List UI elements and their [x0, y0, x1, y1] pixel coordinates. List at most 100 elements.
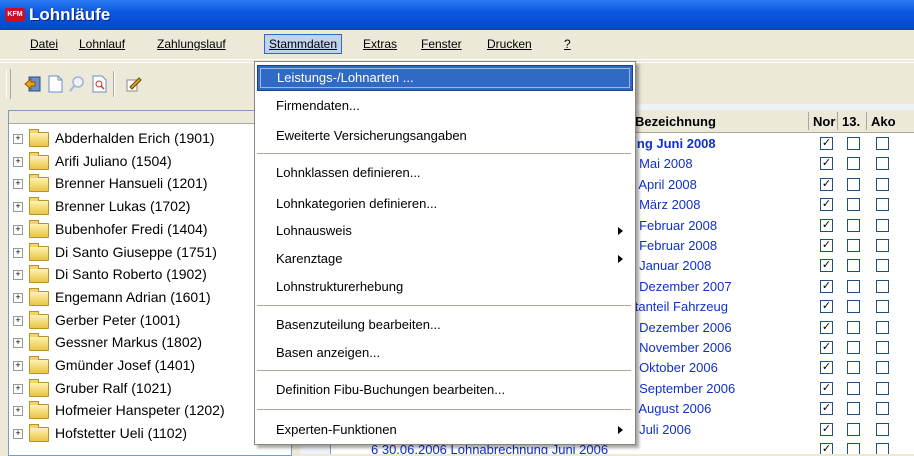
13-checkbox[interactable] — [847, 279, 860, 293]
col-divider[interactable] — [837, 112, 838, 130]
expand-icon[interactable]: + — [13, 270, 23, 281]
menu-item-basen-anzeigen[interactable]: Basen anzeigen... — [257, 341, 631, 365]
tree-item[interactable]: + Gruber Ralf (1021) — [9, 378, 291, 400]
menu-extras[interactable]: Extras — [359, 35, 401, 53]
menu-lohnlauf[interactable]: Lohnlauf — [75, 35, 129, 53]
tree-item[interactable]: + Di Santo Roberto (1902) — [9, 264, 291, 286]
menu-item-lohnkategorien-definieren[interactable]: Lohnkategorien definieren... — [257, 192, 631, 216]
tree-item[interactable]: + Brenner Hansueli (1201) — [9, 173, 291, 195]
ako-checkbox[interactable] — [876, 137, 889, 150]
col-header-bezeichnung[interactable]: Bezeichnung — [635, 114, 716, 129]
13-checkbox[interactable] — [847, 300, 860, 314]
ako-checkbox[interactable] — [876, 198, 889, 212]
nor-checkbox[interactable]: ✓ — [820, 443, 833, 454]
menu-drucken[interactable]: Drucken — [483, 35, 536, 53]
expand-icon[interactable]: + — [13, 202, 23, 213]
13-checkbox[interactable] — [847, 361, 860, 375]
tree-item[interactable]: + Engemann Adrian (1601) — [9, 287, 291, 309]
13-checkbox[interactable] — [847, 218, 860, 232]
menu-stammdaten[interactable]: Stammdaten — [264, 34, 343, 54]
13-checkbox[interactable] — [847, 443, 860, 454]
expand-icon[interactable]: + — [13, 383, 23, 394]
find-document-icon[interactable] — [90, 75, 108, 93]
expand-icon[interactable]: + — [13, 406, 23, 417]
ako-checkbox[interactable] — [876, 402, 889, 416]
ako-checkbox[interactable] — [876, 381, 889, 395]
expand-icon[interactable]: + — [13, 247, 23, 258]
menu-zahlungslauf[interactable]: Zahlungslauf — [153, 35, 230, 53]
col-header-nor[interactable]: Nor — [813, 114, 835, 129]
col-divider[interactable] — [808, 112, 809, 130]
nor-checkbox[interactable]: ✓ — [820, 320, 833, 334]
tree-item[interactable]: + Hofstetter Ueli (1102) — [9, 423, 291, 445]
col-header-ako[interactable]: Ako — [871, 114, 896, 129]
menu-item-experten-funktionen[interactable]: Experten-Funktionen — [257, 418, 631, 442]
tree-item[interactable]: + Arifi Juliano (1504) — [9, 151, 291, 173]
ako-checkbox[interactable] — [876, 239, 889, 252]
nor-checkbox[interactable]: ✓ — [820, 402, 833, 416]
13-checkbox[interactable] — [847, 320, 860, 334]
13-checkbox[interactable] — [847, 177, 860, 191]
tree-item[interactable]: + Bubenhofer Fredi (1404) — [9, 219, 291, 241]
expand-icon[interactable]: + — [13, 179, 23, 190]
ako-checkbox[interactable] — [876, 157, 889, 171]
tree-item[interactable]: + Gessner Markus (1802) — [9, 332, 291, 354]
menu-item-basenzuteilung-bearbeiten[interactable]: Basenzuteilung bearbeiten... — [257, 313, 631, 337]
menu-item-lohnausweis[interactable]: Lohnausweis — [257, 219, 631, 243]
nor-checkbox[interactable]: ✓ — [820, 300, 833, 314]
expand-icon[interactable]: + — [13, 156, 23, 167]
ako-checkbox[interactable] — [876, 279, 889, 293]
menu-help[interactable]: ? — [560, 35, 575, 53]
ako-checkbox[interactable] — [876, 177, 889, 191]
ako-checkbox[interactable] — [876, 443, 889, 454]
menu-item-definition-fibu-buchungen-bearbeiten[interactable]: Definition Fibu-Buchungen bearbeiten... — [257, 378, 631, 402]
nor-checkbox[interactable]: ✓ — [820, 157, 833, 171]
13-checkbox[interactable] — [847, 341, 860, 354]
expand-icon[interactable]: + — [13, 134, 23, 144]
menu-item-karenztage[interactable]: Karenztage — [257, 247, 631, 271]
13-checkbox[interactable] — [847, 381, 860, 395]
tree-item[interactable]: + Di Santo Giuseppe (1751) — [9, 242, 291, 264]
expand-icon[interactable]: + — [13, 315, 23, 326]
tree-item[interactable]: + Hofmeier Hanspeter (1202) — [9, 400, 291, 422]
edit-icon[interactable] — [124, 75, 142, 93]
13-checkbox[interactable] — [847, 137, 860, 150]
13-checkbox[interactable] — [847, 239, 860, 252]
ako-checkbox[interactable] — [876, 341, 889, 354]
nor-checkbox[interactable]: ✓ — [820, 279, 833, 293]
search-icon[interactable] — [68, 75, 86, 93]
nor-checkbox[interactable]: ✓ — [820, 422, 833, 436]
tree-item[interactable]: + Gmünder Josef (1401) — [9, 355, 291, 377]
ako-checkbox[interactable] — [876, 218, 889, 232]
ako-checkbox[interactable] — [876, 361, 889, 375]
nor-checkbox[interactable]: ✓ — [820, 341, 833, 354]
nor-checkbox[interactable]: ✓ — [820, 218, 833, 232]
expand-icon[interactable]: + — [13, 224, 23, 235]
tree-item[interactable]: + Abderhalden Erich (1901) — [9, 128, 291, 150]
tree-item[interactable]: + Gerber Peter (1001) — [9, 310, 291, 332]
nor-checkbox[interactable]: ✓ — [820, 259, 833, 273]
ako-checkbox[interactable] — [876, 320, 889, 334]
menu-datei[interactable]: Datei — [26, 35, 62, 53]
menu-item-leistungs-lohnarten[interactable]: Leistungs-/Lohnarten ... — [257, 65, 633, 91]
ako-checkbox[interactable] — [876, 300, 889, 314]
13-checkbox[interactable] — [847, 259, 860, 273]
menu-item-lohnklassen-definieren[interactable]: Lohnklassen definieren... — [257, 161, 631, 185]
nor-checkbox[interactable]: ✓ — [820, 198, 833, 212]
expand-icon[interactable]: + — [13, 292, 23, 303]
13-checkbox[interactable] — [847, 198, 860, 212]
tree-item[interactable]: + Brenner Lukas (1702) — [9, 196, 291, 218]
13-checkbox[interactable] — [847, 402, 860, 416]
nor-checkbox[interactable]: ✓ — [820, 361, 833, 375]
expand-icon[interactable]: + — [13, 361, 23, 371]
employee-tree[interactable]: + Abderhalden Erich (1901) + Arifi Juliano … — [8, 110, 292, 456]
nor-checkbox[interactable]: ✓ — [820, 239, 833, 252]
exit-icon[interactable] — [24, 75, 42, 93]
ako-checkbox[interactable] — [876, 422, 889, 436]
col-header-13[interactable]: 13. — [842, 114, 860, 129]
nor-checkbox[interactable]: ✓ — [820, 381, 833, 395]
new-document-icon[interactable] — [46, 75, 64, 93]
13-checkbox[interactable] — [847, 157, 860, 171]
menu-item-firmendaten[interactable]: Firmendaten... — [257, 94, 631, 118]
menu-item-eweiterte-versicherungsangaben[interactable]: Eweiterte Versicherungsangaben — [257, 124, 631, 148]
